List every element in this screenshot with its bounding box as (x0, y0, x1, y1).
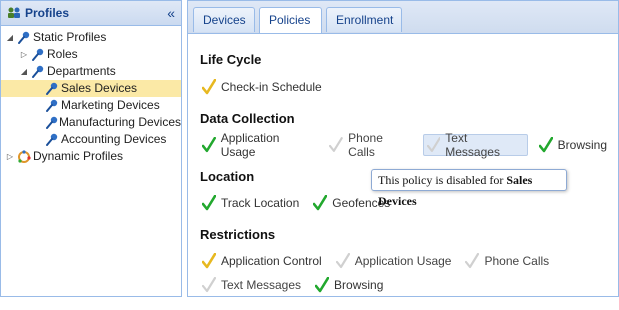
restrictions-row-1: Application Control Application Usage Ph… (199, 250, 560, 272)
policy-label: Browsing (557, 138, 608, 152)
check-yellow-icon (202, 253, 216, 269)
restrictions-row-2: Text Messages Browsing (199, 274, 394, 296)
section-title-life-cycle: Life Cycle (200, 52, 262, 67)
location-row: Track Location Geofences (199, 192, 401, 214)
policy-text-messages[interactable]: Text Messages (422, 131, 528, 159)
policy-label: Phone Calls (484, 254, 550, 268)
tree-node-label: Manufacturing Devices (58, 115, 181, 129)
tab-enrollment[interactable]: Enrollment (326, 7, 402, 32)
pin-icon (45, 82, 59, 96)
policy-label: Browsing (334, 278, 384, 292)
policy-application-usage-restriction[interactable]: Application Usage (333, 251, 455, 271)
tree-expanded-icon[interactable]: ◢ (5, 29, 15, 46)
check-green-icon (538, 137, 553, 153)
tree-expanded-icon[interactable]: ◢ (19, 63, 29, 80)
policy-application-control[interactable]: Application Control (199, 251, 325, 271)
tree-node-label: Departments (47, 64, 116, 78)
policies-panel: Devices Policies Enrollment Life Cycle C… (187, 0, 619, 297)
tree-node-label: Accounting Devices (61, 132, 167, 146)
check-green-icon (315, 277, 330, 293)
profiles-panel-title: Profiles (25, 6, 70, 20)
tooltip-prefix: This policy is disabled for (378, 173, 507, 187)
life-cycle-row: Check-in Schedule (199, 76, 333, 98)
tree-collapsed-icon[interactable]: ▷ (19, 46, 29, 63)
profiles-panel: Profiles « ◢ Static Profiles ▷ Roles ◢ D… (0, 0, 182, 297)
tree-node-manufacturing-devices[interactable]: Manufacturing Devices (1, 114, 181, 131)
tree-node-label: Roles (47, 47, 78, 61)
check-disabled-icon (465, 253, 480, 269)
tree-node-dynamic-profiles[interactable]: ▷ Dynamic Profiles (1, 148, 181, 165)
tree-node-label: Dynamic Profiles (33, 149, 124, 163)
check-disabled-icon (426, 137, 441, 152)
data-collection-row: Application Usage Phone Calls Text Messa… (199, 131, 618, 159)
section-title-restrictions: Restrictions (200, 227, 276, 242)
disabled-policy-tooltip: This policy is disabled for Sales Device… (371, 169, 567, 208)
pin-icon (17, 31, 31, 45)
policy-label: Track Location (221, 196, 300, 210)
policy-phone-calls-restriction[interactable]: Phone Calls (462, 251, 552, 271)
check-green-icon (202, 195, 216, 211)
check-green-icon (202, 137, 216, 153)
policy-label: Text Messages (221, 278, 302, 292)
policy-label: Application Usage (354, 254, 452, 268)
pin-icon (45, 116, 58, 130)
check-disabled-icon (202, 277, 216, 293)
policy-label: Check-in Schedule (221, 80, 322, 94)
tab-policies[interactable]: Policies (259, 7, 322, 33)
tree-node-marketing-devices[interactable]: Marketing Devices (1, 97, 181, 114)
policy-application-usage[interactable]: Application Usage (199, 131, 318, 159)
section-title-location: Location (200, 169, 255, 184)
tab-bar: Devices Policies Enrollment (188, 1, 618, 34)
tree-node-label: Marketing Devices (61, 98, 160, 112)
dynamic-profiles-icon (17, 149, 31, 164)
tree-node-label: Sales Devices (61, 81, 138, 95)
tree-node-accounting-devices[interactable]: Accounting Devices (1, 131, 181, 148)
pin-icon (45, 99, 59, 113)
policy-check-in-schedule[interactable]: Check-in Schedule (199, 77, 325, 97)
profiles-icon (7, 7, 21, 19)
policy-phone-calls[interactable]: Phone Calls (326, 131, 414, 159)
tree-node-departments[interactable]: ◢ Departments (1, 63, 181, 80)
profiles-panel-header: Profiles « (1, 1, 181, 26)
check-disabled-icon (335, 253, 350, 269)
tree-node-roles[interactable]: ▷ Roles (1, 46, 181, 63)
check-disabled-icon (329, 137, 344, 152)
policy-label: Phone Calls (348, 131, 383, 159)
collapse-panel-icon[interactable]: « (167, 5, 175, 21)
pin-icon (31, 48, 45, 62)
tree-node-static-profiles[interactable]: ◢ Static Profiles (1, 29, 181, 46)
tree-collapsed-icon[interactable]: ▷ (5, 148, 15, 165)
policy-text-messages-restriction[interactable]: Text Messages (199, 275, 304, 295)
check-yellow-icon (202, 79, 216, 95)
policy-browsing-restriction[interactable]: Browsing (312, 275, 386, 295)
policy-label: Text Messages (445, 131, 500, 159)
check-green-icon (313, 195, 328, 211)
tab-devices[interactable]: Devices (193, 7, 255, 32)
tree-node-label: Static Profiles (33, 30, 107, 44)
tree-node-sales-devices[interactable]: Sales Devices (1, 80, 181, 97)
profiles-tree: ◢ Static Profiles ▷ Roles ◢ Departments … (1, 26, 181, 165)
pin-icon (45, 133, 59, 147)
policy-label: Application Control (221, 254, 322, 268)
section-title-data-collection: Data Collection (200, 111, 295, 126)
policy-label: Application Usage (220, 131, 280, 159)
policy-track-location[interactable]: Track Location (199, 193, 302, 213)
pin-icon (31, 65, 45, 79)
policy-browsing[interactable]: Browsing (536, 135, 610, 155)
